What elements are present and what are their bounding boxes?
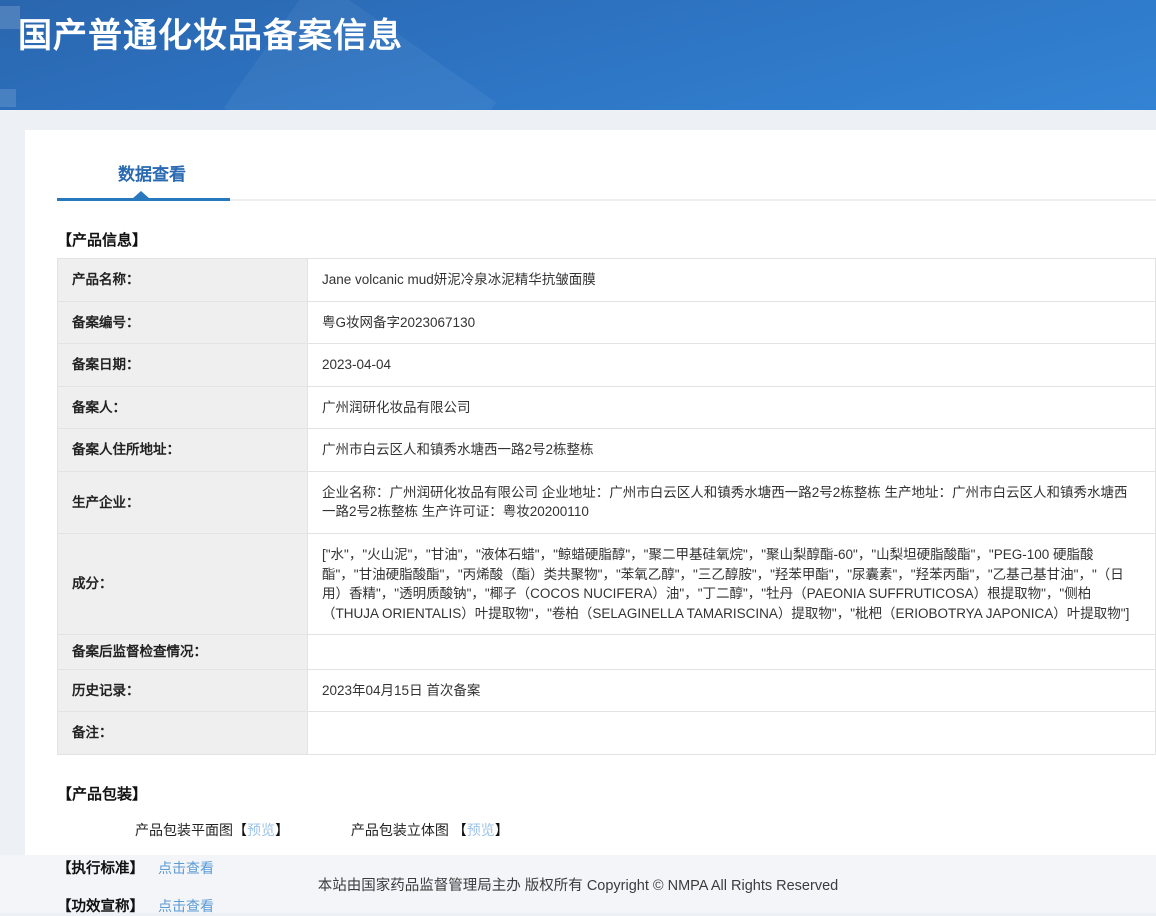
tab-bar: 数据查看 — [57, 160, 1156, 201]
row-value: 广州润研化妆品有限公司 — [308, 386, 1156, 429]
row-value: 粤G妆网备字2023067130 — [308, 301, 1156, 344]
packaging-3d-view: 产品包装立体图 【预览】 — [351, 822, 509, 838]
content-card: 数据查看 【产品信息】 产品名称： Jane volcanic mud妍泥冷泉冰… — [25, 130, 1156, 855]
packaging-flat-preview-link[interactable]: 预览 — [247, 822, 275, 838]
table-row-manufacturer: 生产企业： 企业名称：广州润研化妆品有限公司 企业地址：广州市白云区人和镇秀水塘… — [58, 471, 1156, 533]
table-row-filing-date: 备案日期： 2023-04-04 — [58, 344, 1156, 387]
tab-underline — [57, 199, 1156, 201]
page-header: 国产普通化妆品备案信息 — [0, 0, 1156, 110]
row-value — [308, 635, 1156, 670]
row-label: 备注： — [58, 712, 308, 755]
efficacy-claim-view-link[interactable]: 点击查看 — [158, 898, 214, 914]
tab-data-view[interactable]: 数据查看 — [118, 160, 186, 199]
table-row-registrant-address: 备案人住所地址： 广州市白云区人和镇秀水塘西一路2号2栋整栋 — [58, 429, 1156, 472]
row-label: 备案人： — [58, 386, 308, 429]
table-row-supervision: 备案后监督检查情况： — [58, 635, 1156, 670]
table-row-filing-number: 备案编号： 粤G妆网备字2023067130 — [58, 301, 1156, 344]
table-row-ingredients: 成分： ["水"，"火山泥"，"甘油"，"液体石蜡"，"鲸蜡硬脂醇"，"聚二甲基… — [58, 533, 1156, 634]
section-heading-packaging: 【产品包装】 — [57, 783, 1156, 804]
row-label: 备案日期： — [58, 344, 308, 387]
row-value: 广州市白云区人和镇秀水塘西一路2号2栋整栋 — [308, 429, 1156, 472]
row-label: 备案后监督检查情况： — [58, 635, 308, 670]
row-label: 备案编号： — [58, 301, 308, 344]
row-value — [308, 712, 1156, 755]
row-label: 生产企业： — [58, 471, 308, 533]
page-title: 国产普通化妆品备案信息 — [18, 8, 403, 57]
packaging-flat-view: 产品包装平面图【预览】 — [135, 822, 293, 838]
row-label: 产品名称： — [58, 259, 308, 302]
packaging-3d-label: 产品包装立体图 — [351, 822, 453, 838]
active-tab-arrow-icon — [132, 191, 150, 199]
section-heading-executive-standard: 【执行标准】 — [57, 861, 144, 877]
row-label: 备案人住所地址： — [58, 429, 308, 472]
product-info-table: 产品名称： Jane volcanic mud妍泥冷泉冰泥精华抗皱面膜 备案编号… — [57, 258, 1156, 755]
section-heading-product-info: 【产品信息】 — [57, 229, 1156, 250]
decorative-square-icon — [0, 89, 16, 107]
table-row-remarks: 备注： — [58, 712, 1156, 755]
packaging-flat-label: 产品包装平面图 — [135, 822, 233, 838]
row-value: 2023年04月15日 首次备案 — [308, 669, 1156, 712]
row-value: ["水"，"火山泥"，"甘油"，"液体石蜡"，"鲸蜡硬脂醇"，"聚二甲基硅氧烷"… — [308, 533, 1156, 634]
packaging-3d-preview-link[interactable]: 预览 — [467, 822, 495, 838]
row-value: 企业名称：广州润研化妆品有限公司 企业地址：广州市白云区人和镇秀水塘西一路2号2… — [308, 471, 1156, 533]
row-label: 成分： — [58, 533, 308, 634]
decorative-square-icon — [0, 6, 20, 29]
table-row-registrant: 备案人： 广州润研化妆品有限公司 — [58, 386, 1156, 429]
section-heading-efficacy-claim: 【功效宣称】 — [57, 899, 144, 915]
packaging-previews: 产品包装平面图【预览】 产品包装立体图 【预览】 — [135, 820, 1156, 840]
executive-standard-view-link[interactable]: 点击查看 — [158, 860, 214, 876]
table-row-history: 历史记录： 2023年04月15日 首次备案 — [58, 669, 1156, 712]
row-label: 历史记录： — [58, 669, 308, 712]
row-value: 2023-04-04 — [308, 344, 1156, 387]
copyright-text: 本站由国家药品监督管理局主办 版权所有 Copyright © NMPA All… — [318, 874, 838, 895]
row-value: Jane volcanic mud妍泥冷泉冰泥精华抗皱面膜 — [308, 259, 1156, 302]
table-row-product-name: 产品名称： Jane volcanic mud妍泥冷泉冰泥精华抗皱面膜 — [58, 259, 1156, 302]
